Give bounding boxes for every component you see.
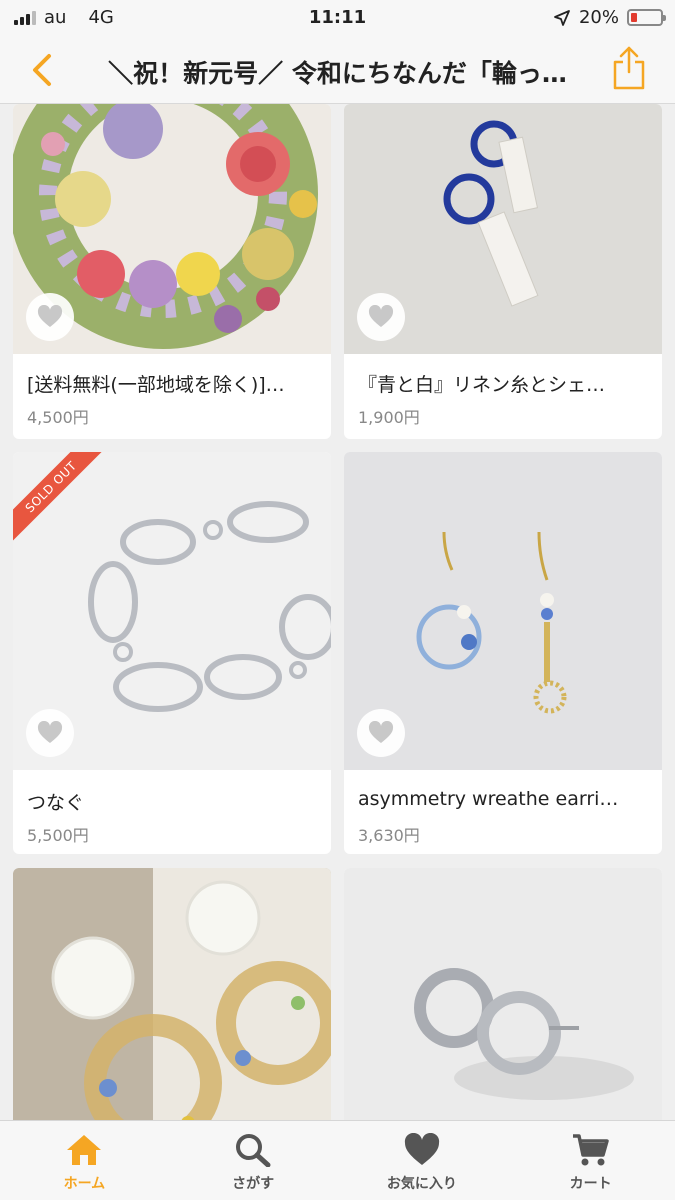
heart-icon: [404, 1133, 439, 1165]
product-card[interactable]: [13, 868, 331, 1120]
favorite-button[interactable]: [26, 709, 74, 757]
battery-percent: 20%: [578, 7, 619, 28]
favorite-button[interactable]: [26, 293, 74, 341]
chevron-left-icon: [33, 54, 51, 86]
product-grid: [送料無料(一部地域を除く)]… 4,500円 『青と白』リネン糸とシェ… 1,…: [0, 104, 675, 1120]
nav-bar: ＼祝！新元号／ 令和にちなんだ「輪っ…: [0, 36, 675, 104]
tab-favorites[interactable]: お気に入り: [338, 1121, 507, 1200]
product-title: [送料無料(一部地域を除く)]…: [27, 374, 285, 396]
battery-icon: [627, 9, 666, 26]
heart-icon: [368, 721, 394, 743]
tab-label: ホーム: [63, 1176, 106, 1192]
tab-label: カート: [569, 1176, 612, 1192]
location-arrow-icon: [554, 9, 570, 26]
tab-label: お気に入り: [386, 1176, 457, 1192]
search-icon: [236, 1134, 271, 1167]
tab-home[interactable]: ホーム: [0, 1121, 169, 1200]
status-bar: au 4G 11:11 20%: [0, 0, 675, 36]
sold-out-ribbon: SOLD OUT: [13, 452, 103, 542]
home-icon: [67, 1135, 102, 1165]
favorite-button[interactable]: [357, 293, 405, 341]
heart-icon: [37, 721, 63, 743]
battery-fill: [631, 13, 637, 22]
product-card[interactable]: [344, 868, 662, 1120]
product-title: asymmetry wreathe earri…: [358, 788, 619, 810]
product-image-flower-resin-earrings: [13, 868, 331, 1120]
back-button[interactable]: [22, 50, 62, 90]
product-price: 1,900円: [358, 408, 420, 427]
tab-cart[interactable]: カート: [506, 1121, 675, 1200]
product-price: 4,500円: [27, 408, 89, 427]
favorite-button[interactable]: [357, 709, 405, 757]
cart-icon: [572, 1134, 609, 1166]
product-card[interactable]: asymmetry wreathe earri… 3,630円: [344, 452, 662, 854]
tab-label: さがす: [232, 1176, 275, 1192]
product-image-silver-hoop-earrings: [344, 868, 662, 1120]
tab-search[interactable]: さがす: [169, 1121, 338, 1200]
product-price: 3,630円: [358, 826, 420, 845]
product-card[interactable]: [送料無料(一部地域を除く)]… 4,500円: [13, 104, 331, 439]
product-title: 『青と白』リネン糸とシェ…: [358, 374, 606, 396]
share-button[interactable]: [609, 44, 649, 92]
product-price: 5,500円: [27, 826, 89, 845]
heart-icon: [37, 305, 63, 327]
page-title: ＼祝！新元号／ 令和にちなんだ「輪っ…: [108, 59, 567, 88]
product-card[interactable]: 『青と白』リネン糸とシェ… 1,900円: [344, 104, 662, 439]
product-title: つなぐ: [27, 792, 85, 814]
share-icon: [613, 46, 645, 90]
heart-icon: [368, 305, 394, 327]
status-right: 20%: [553, 7, 666, 28]
sold-out-label: SOLD OUT: [13, 452, 103, 542]
tab-bar: ホーム さがす お気に入り カート: [0, 1120, 675, 1200]
product-card[interactable]: SOLD OUT つなぐ 5,500円: [13, 452, 331, 854]
